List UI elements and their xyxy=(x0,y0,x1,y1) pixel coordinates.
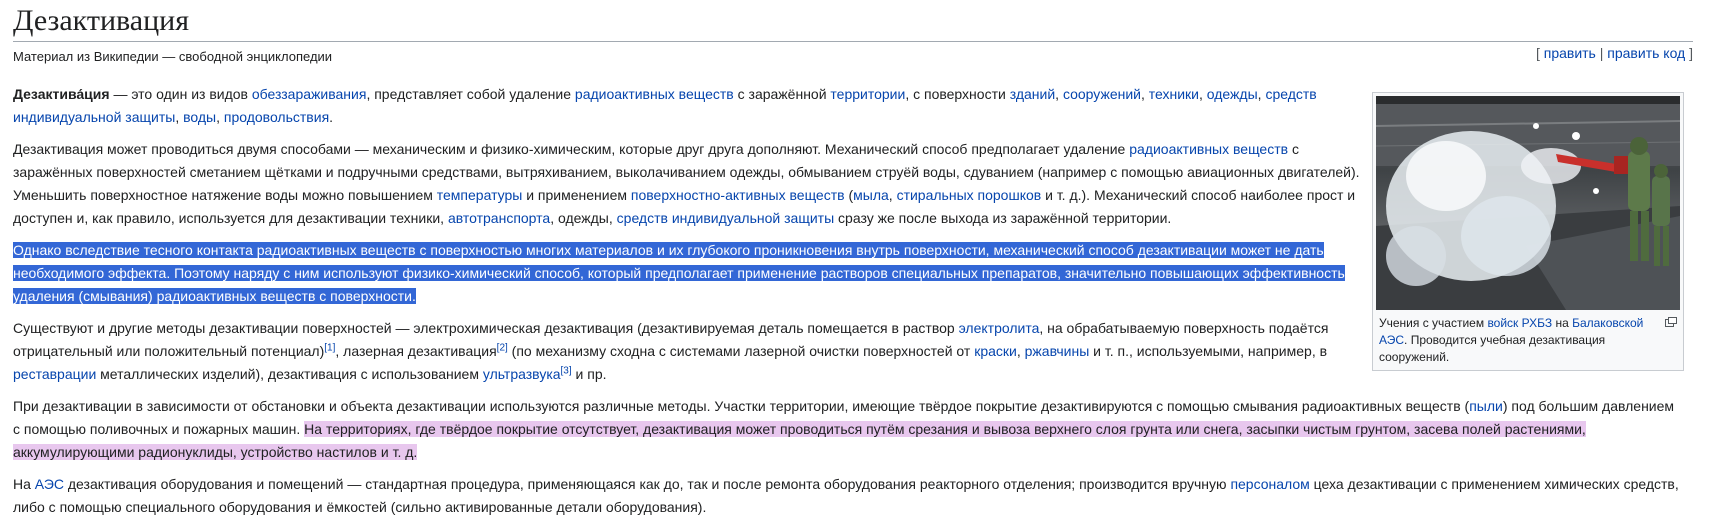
paragraph-npp: На АЭС дезактивация оборудования и помещ… xyxy=(13,473,1681,519)
text: — это один из видов xyxy=(109,86,252,102)
text: Существуют и другие методы дезактивации … xyxy=(13,320,959,336)
link-ppe[interactable]: средств индивидуальной защиты xyxy=(617,210,834,226)
text: сразу же после выхода из заражённой терр… xyxy=(834,210,1172,226)
text: На xyxy=(13,476,35,492)
link-water[interactable]: воды xyxy=(183,109,216,125)
text: . Проводится учебная дезактивация сооруж… xyxy=(1379,333,1606,364)
link-surfactants[interactable]: поверхностно-активных веществ xyxy=(631,187,845,203)
paragraph-selected: Однако вследствие тесного контакта радио… xyxy=(13,239,1361,308)
link-soap[interactable]: мыла xyxy=(853,187,889,203)
link-rust[interactable]: ржавчины xyxy=(1025,343,1090,359)
bracket-open: [ xyxy=(1535,45,1544,61)
link-paint[interactable]: краски xyxy=(974,343,1017,359)
text: и т. п., используемыми, например, в xyxy=(1089,343,1328,359)
text: дезактивация оборудования и помещений — … xyxy=(64,476,1231,492)
text: , xyxy=(175,109,184,125)
text: с заражённой xyxy=(733,86,831,102)
text: и применением xyxy=(522,187,631,203)
bracket-close: ] xyxy=(1685,45,1693,61)
reference-2[interactable]: [2] xyxy=(497,342,508,353)
text: . xyxy=(329,109,334,125)
link-motor-transport[interactable]: автотранспорта xyxy=(448,210,550,226)
text: металлических изделий), дезактивация с и… xyxy=(96,366,483,382)
text: , xyxy=(888,187,897,203)
text: , с поверхности xyxy=(905,86,1010,102)
link-obezzarazhivanie[interactable]: обеззараживания xyxy=(252,86,367,102)
link-clothing[interactable]: одежды xyxy=(1207,86,1258,102)
decontamination-photo[interactable] xyxy=(1376,96,1680,310)
link-rkhbz-troops[interactable]: войск РХБЗ xyxy=(1487,316,1552,330)
reference-3[interactable]: [3] xyxy=(561,365,572,376)
link-structures[interactable]: сооружений xyxy=(1063,86,1141,102)
text: , xyxy=(216,109,224,125)
link-detergents[interactable]: стиральных порошков xyxy=(897,187,1042,203)
text: , xyxy=(1055,86,1063,102)
text: , xyxy=(1016,343,1025,359)
photo-illustration xyxy=(1376,96,1680,310)
link-radioactive-substances[interactable]: радиоактивных веществ xyxy=(1129,141,1288,157)
page-title: Дезактивация xyxy=(13,0,1693,42)
link-territory[interactable]: территории xyxy=(830,86,905,102)
text: , xyxy=(1199,86,1207,102)
text: , xyxy=(1140,86,1149,102)
link-ultrasound[interactable]: ультразвука xyxy=(483,366,561,382)
reference-1[interactable]: [1] xyxy=(324,342,335,353)
edit-link[interactable]: править xyxy=(1544,45,1596,61)
text: При дезактивации в зависимости от обстан… xyxy=(13,398,1470,414)
term-bold: Дезактива́ция xyxy=(13,86,110,102)
text: , одежды, xyxy=(550,210,617,226)
text: и пр. xyxy=(571,366,607,382)
link-food[interactable]: продовольствия xyxy=(224,109,329,125)
paragraph-other-methods: Существуют и другие методы дезактивации … xyxy=(13,317,1361,386)
edit-separator: | xyxy=(1595,45,1608,61)
paragraph-intro: Дезактива́ция — это один из видов обезза… xyxy=(13,83,1361,129)
section-edit-links: [ править | править код ] xyxy=(1536,45,1693,61)
thumbnail-figure: Учения с участием войск РХБЗ на Балаковс… xyxy=(1372,92,1684,371)
link-equipment[interactable]: техники xyxy=(1149,86,1199,102)
tagline: Материал из Википедии — свободной энцикл… xyxy=(13,49,333,64)
link-restoration[interactable]: реставрации xyxy=(13,366,96,382)
link-electrolyte[interactable]: электролита xyxy=(959,320,1040,336)
link-dust[interactable]: пыли xyxy=(1469,398,1503,414)
link-buildings[interactable]: зданий xyxy=(1010,86,1055,102)
article: Дезактивация Материал из Википедии — сво… xyxy=(13,0,1693,515)
text: Дезактивация может проводиться двумя спо… xyxy=(13,141,1130,157)
thumbnail-caption: Учения с участием войск РХБЗ на Балаковс… xyxy=(1379,315,1673,366)
text: на xyxy=(1552,316,1573,330)
text: , представляет собой удаление xyxy=(366,86,575,102)
link-npp[interactable]: АЭС xyxy=(35,476,64,492)
link-temperature[interactable]: температуры xyxy=(437,187,523,203)
paragraph-methods: Дезактивация может проводиться двумя спо… xyxy=(13,138,1361,230)
selected-text: Однако вследствие тесного контакта радио… xyxy=(13,242,1345,304)
text: Учения с участием xyxy=(1379,316,1488,330)
text: (по механизму сходна с системами лазерно… xyxy=(507,343,975,359)
link-radioactive-substances[interactable]: радиоактивных веществ xyxy=(575,86,734,102)
paragraph-territory: При дезактивации в зависимости от обстан… xyxy=(13,395,1681,464)
text: , лазерная дезактивация xyxy=(335,343,497,359)
edit-source-link[interactable]: править код xyxy=(1607,45,1685,61)
link-personnel[interactable]: персоналом xyxy=(1230,476,1309,492)
text: ( xyxy=(844,187,854,203)
